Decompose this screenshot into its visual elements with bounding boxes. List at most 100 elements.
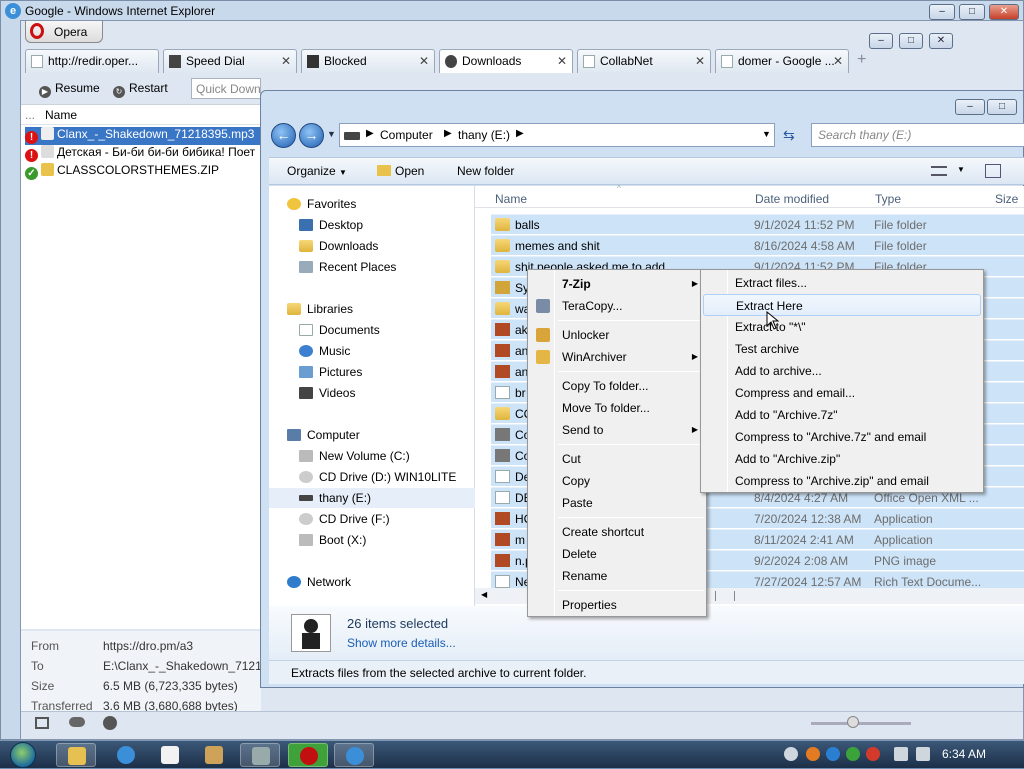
nav-videos[interactable]: Videos xyxy=(299,383,355,403)
menu-item-delete[interactable]: Delete xyxy=(530,543,704,565)
nav-drive-f[interactable]: CD Drive (F:) xyxy=(299,509,390,529)
nav-network[interactable]: Network xyxy=(287,572,351,592)
speed-icon[interactable] xyxy=(103,716,117,730)
menu-item-send-to[interactable]: Send to ▶ xyxy=(530,419,704,441)
quick-download-input[interactable]: Quick Download xyxy=(191,78,261,99)
tray-icon[interactable] xyxy=(806,747,820,761)
7zip-menu-item[interactable]: Add to "Archive.7z" xyxy=(703,404,981,426)
panel-toggle-icon[interactable] xyxy=(35,717,49,729)
chevron-down-icon[interactable]: ▼ xyxy=(957,165,965,174)
forward-button[interactable]: → xyxy=(299,123,324,148)
breadcrumb-drive[interactable]: thany (E:) xyxy=(458,128,510,142)
menu-item-move-to-folder[interactable]: Move To folder... xyxy=(530,397,704,419)
column-size[interactable]: Size xyxy=(995,192,1018,206)
breadcrumb-separator[interactable]: ▶ xyxy=(516,128,524,139)
taskbar-paint[interactable] xyxy=(150,743,190,767)
tab-domer[interactable]: domer - Google ... ✕ xyxy=(715,49,849,73)
tab-blocked[interactable]: Blocked ✕ xyxy=(301,49,435,73)
breadcrumb-separator[interactable]: ▶ xyxy=(366,128,374,139)
menu-item-paste[interactable]: Paste xyxy=(530,492,704,514)
menu-item-7-zip[interactable]: 7-Zip ▶ xyxy=(530,273,704,295)
ie-minimize-button[interactable]: – xyxy=(929,4,955,20)
file-row[interactable]: memes and shit 8/16/2024 4:58 AM File fold… xyxy=(491,235,1024,255)
opera-minimize-button[interactable]: – xyxy=(869,33,893,49)
tab-collabnet[interactable]: CollabNet ✕ xyxy=(577,49,711,73)
menu-item-unlocker[interactable]: Unlocker xyxy=(530,324,704,346)
taskbar-program[interactable] xyxy=(240,743,280,767)
menu-item-properties[interactable]: Properties xyxy=(530,594,704,616)
taskbar-opera[interactable] xyxy=(288,743,328,767)
nav-favorites[interactable]: Favorites xyxy=(287,194,356,214)
tray-icon[interactable] xyxy=(784,747,798,761)
taskbar-clock[interactable]: 6:34 AM xyxy=(942,747,986,761)
restart-button[interactable]: ↻ Restart xyxy=(113,81,168,98)
tab-speed-dial[interactable]: Speed Dial ✕ xyxy=(163,49,297,73)
tray-icon[interactable] xyxy=(866,747,880,761)
column-date[interactable]: Date modified xyxy=(755,192,829,206)
7zip-menu-item[interactable]: Extract files... xyxy=(703,272,981,294)
scroll-thumb[interactable] xyxy=(715,591,735,601)
opera-close-button[interactable]: ✕ xyxy=(929,33,953,49)
tray-icon[interactable] xyxy=(826,747,840,761)
open-button[interactable]: Open xyxy=(377,164,424,178)
start-button[interactable] xyxy=(6,741,44,769)
zoom-slider-handle[interactable] xyxy=(847,716,859,728)
resume-button[interactable]: ▶ Resume xyxy=(39,81,100,98)
close-icon[interactable]: ✕ xyxy=(419,54,429,68)
menu-item-copy[interactable]: Copy xyxy=(530,470,704,492)
nav-drive-e[interactable]: thany (E:) xyxy=(269,488,475,508)
download-item[interactable]: ! Детская - Би-би би-би бибика! Поет xyxy=(25,145,261,163)
7zip-menu-item[interactable]: Compress and email... xyxy=(703,382,981,404)
close-icon[interactable]: ✕ xyxy=(281,54,291,68)
address-bar[interactable]: ▶ Computer ▶ thany (E:) ▶ ▼ xyxy=(339,123,775,147)
nav-drive-d[interactable]: CD Drive (D:) WIN10LITE xyxy=(299,467,456,487)
nav-music[interactable]: Music xyxy=(299,341,350,361)
nav-libraries[interactable]: Libraries xyxy=(287,299,353,319)
detail-value[interactable]: https://dro.pm/a3 xyxy=(103,639,193,653)
7zip-menu-item[interactable]: Compress to "Archive.7z" and email xyxy=(703,426,981,448)
menu-item-cut[interactable]: Cut xyxy=(530,448,704,470)
ie-close-button[interactable]: ✕ xyxy=(989,4,1019,20)
close-icon[interactable]: ✕ xyxy=(833,54,843,68)
ie-maximize-button[interactable]: □ xyxy=(959,4,985,20)
close-icon[interactable]: ✕ xyxy=(695,54,705,68)
breadcrumb-separator[interactable]: ▶ xyxy=(444,128,452,139)
menu-item-teracopy[interactable]: TeraCopy... xyxy=(530,295,704,317)
view-icon[interactable] xyxy=(931,166,947,176)
download-item[interactable]: ✓ CLASSCOLORSTHEMES.ZIP xyxy=(25,163,261,181)
menu-item-create-shortcut[interactable]: Create shortcut xyxy=(530,521,704,543)
recent-pages-icon[interactable]: ▼ xyxy=(327,129,336,139)
explorer-maximize-button[interactable]: □ xyxy=(987,99,1017,115)
taskbar-app[interactable] xyxy=(194,743,234,767)
taskbar-explorer[interactable] xyxy=(56,743,96,767)
explorer-minimize-button[interactable]: – xyxy=(955,99,985,115)
nav-documents[interactable]: Documents xyxy=(299,320,380,340)
back-button[interactable]: ← xyxy=(271,123,296,148)
menu-item-winarchiver[interactable]: WinArchiver ▶ xyxy=(530,346,704,368)
refresh-icon[interactable]: ⇆ xyxy=(783,127,795,144)
chevron-down-icon[interactable]: ▼ xyxy=(762,129,771,139)
nav-desktop[interactable]: Desktop xyxy=(299,215,363,235)
play-icon[interactable] xyxy=(846,747,860,761)
cloud-icon[interactable] xyxy=(69,717,85,727)
taskbar-ie[interactable] xyxy=(106,743,146,767)
7zip-menu-item[interactable]: Add to archive... xyxy=(703,360,981,382)
tab-redir[interactable]: http://redir.oper... xyxy=(25,49,159,73)
show-more-details-link[interactable]: Show more details... xyxy=(347,636,456,650)
nav-computer[interactable]: Computer xyxy=(287,425,360,445)
nav-recent-places[interactable]: Recent Places xyxy=(299,257,396,277)
opera-restore-button[interactable]: □ xyxy=(899,33,923,49)
network-icon[interactable] xyxy=(894,747,908,761)
menu-item-rename[interactable]: Rename xyxy=(530,565,704,587)
column-name[interactable]: Name xyxy=(495,192,527,206)
new-folder-button[interactable]: New folder xyxy=(457,164,514,178)
tab-downloads[interactable]: Downloads ✕ xyxy=(439,49,573,73)
file-row[interactable]: balls 9/1/2024 11:52 PM File folder xyxy=(491,214,1024,234)
menu-item-copy-to-folder[interactable]: Copy To folder... xyxy=(530,375,704,397)
organize-button[interactable]: Organize ▼ xyxy=(287,164,347,178)
breadcrumb-computer[interactable]: Computer xyxy=(380,128,433,142)
7zip-menu-item[interactable]: Add to "Archive.zip" xyxy=(703,448,981,470)
new-tab-icon[interactable]: + xyxy=(857,51,866,69)
nav-downloads[interactable]: Downloads xyxy=(299,236,378,256)
nav-pictures[interactable]: Pictures xyxy=(299,362,362,382)
